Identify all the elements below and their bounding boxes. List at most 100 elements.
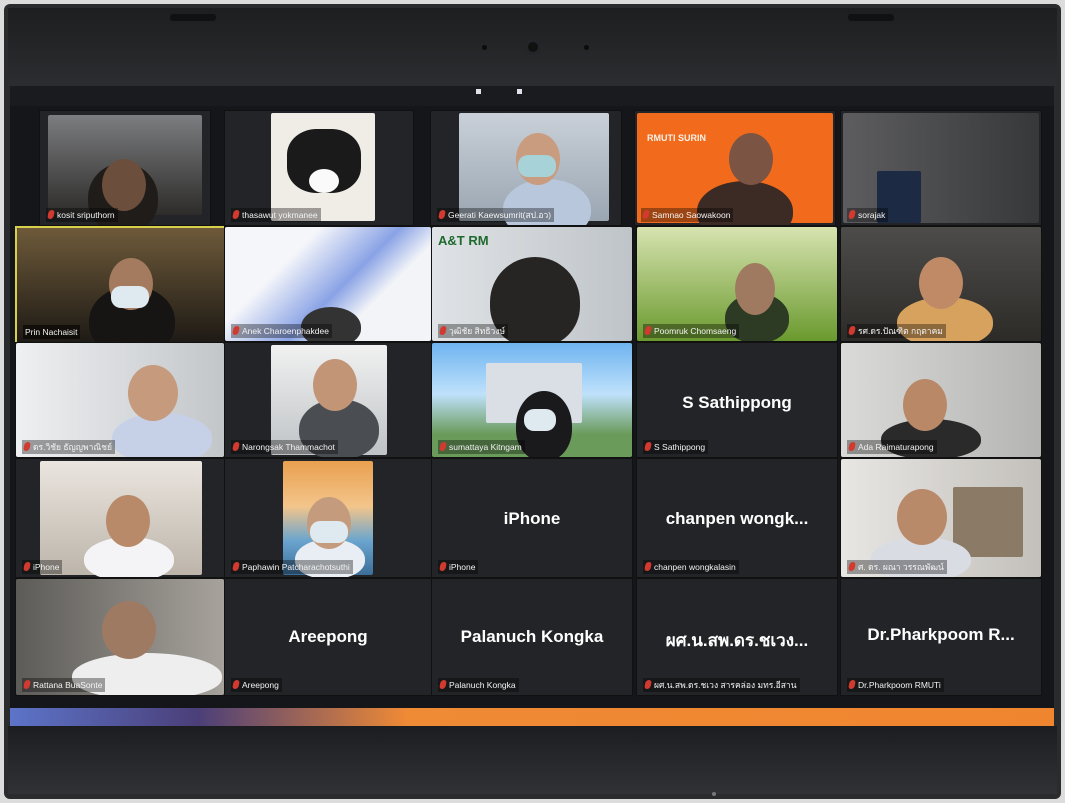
sensor-left-icon — [482, 45, 487, 50]
participant-tile[interactable]: Narongsak Thammachot — [224, 342, 432, 458]
participant-name: Areepong — [231, 678, 282, 692]
muted-mic-icon — [848, 210, 856, 219]
participant-display-name: ผศ.น.สพ.ดร.ชเวง... — [665, 631, 809, 650]
face — [729, 133, 773, 185]
participant-name: thasawut yokmanee — [231, 208, 321, 222]
participant-name: Rattana BuaSonte — [22, 678, 106, 692]
participant-name: iPhone — [438, 560, 479, 574]
background-window-strip — [10, 708, 1054, 726]
participant-name: Ada Raimaturapong — [847, 440, 937, 454]
participant-tile[interactable]: Anek Charoenphakdee — [224, 226, 432, 342]
bezel-notch-left — [170, 14, 216, 21]
participant-name: sumattaya Kitngam — [438, 440, 525, 454]
face — [106, 495, 150, 547]
participant-name: Dr.Pharkpoom RMUTi — [847, 678, 944, 692]
participant-grid: kosit sriputhorn thasawut yokmanee Geera… — [10, 86, 1054, 726]
participant-name: วุฒิชัย สิทธิวงษ์ — [438, 324, 509, 338]
participant-name: Palanuch Kongka — [438, 678, 519, 692]
participant-display-name: Dr.Pharkpoom R... — [867, 625, 1015, 644]
participant-display-name: Areepong — [288, 627, 368, 646]
participant-tile[interactable]: sumattaya Kitngam — [431, 342, 633, 458]
face-mask — [518, 155, 556, 177]
bezel-notch-right — [848, 14, 894, 21]
participant-name: chanpen wongkalasin — [643, 560, 739, 574]
laptop-bottom-bezel — [8, 726, 1057, 794]
participant-tile[interactable]: iPhone — [15, 458, 225, 578]
participant-name: Poomruk Chomsaeng — [643, 324, 740, 338]
muted-mic-icon — [232, 562, 240, 571]
participant-tile[interactable]: Poomruk Chomsaeng — [636, 226, 838, 342]
participant-tile-active-speaker[interactable]: Prin Nachaisit — [15, 226, 227, 344]
muted-mic-icon — [439, 442, 447, 451]
participant-name: Geerati Kaewsumrit(สป.อว) — [437, 208, 555, 222]
muted-mic-icon — [47, 210, 55, 219]
participant-tile-no-video[interactable]: Areepong Areepong — [224, 578, 432, 696]
participant-tile-no-video[interactable]: ผศ.น.สพ.ดร.ชเวง... ผศ.น.สพ.ดร.ชเวง สารคล… — [636, 578, 838, 696]
participant-display-name: S Sathippong — [682, 393, 792, 412]
muted-mic-icon — [848, 442, 856, 451]
participant-name: Samnao Saowakoon — [641, 208, 734, 222]
participant-name: Narongsak Thammachot — [231, 440, 338, 454]
face — [102, 159, 146, 211]
muted-mic-icon — [644, 442, 652, 451]
participant-tile[interactable]: ดร.วิชัย ธัญญพาณิชย์ — [15, 342, 225, 458]
participant-tile-no-video[interactable]: Palanuch Kongka Palanuch Kongka — [431, 578, 633, 696]
participant-tile[interactable]: Paphawin Patcharachotsuthi — [224, 458, 432, 578]
participant-name: S Sathippong — [643, 440, 709, 454]
participant-tile-no-video[interactable]: S Sathippong S Sathippong — [636, 342, 838, 458]
muted-mic-icon — [644, 326, 652, 335]
participant-tile[interactable]: thasawut yokmanee — [224, 110, 414, 226]
participant-name: Anek Charoenphakdee — [231, 324, 332, 338]
face — [903, 379, 947, 431]
muted-mic-icon — [232, 680, 240, 689]
muted-mic-icon — [848, 326, 856, 335]
at-logo: A&T RM — [438, 233, 489, 248]
cat-muzzle — [309, 169, 339, 193]
video-feed — [843, 113, 1039, 223]
participant-name: sorajak — [847, 208, 889, 222]
bezel-indicator-icon — [712, 792, 716, 796]
face — [128, 365, 178, 421]
face-mask — [111, 286, 149, 308]
participant-tile-no-video[interactable]: Dr.Pharkpoom R... Dr.Pharkpoom RMUTi — [840, 578, 1042, 696]
person-silhouette — [112, 413, 212, 457]
participant-tile[interactable]: sorajak — [840, 110, 1042, 226]
muted-mic-icon — [642, 210, 650, 219]
muted-mic-icon — [439, 326, 447, 335]
participant-tile-no-video[interactable]: iPhone iPhone — [431, 458, 633, 578]
muted-mic-icon — [439, 562, 447, 571]
participant-tile[interactable]: Rattana BuaSonte — [15, 578, 225, 696]
participant-name: kosit sriputhorn — [46, 208, 118, 222]
face — [919, 257, 963, 309]
face — [897, 489, 947, 545]
participant-name: ผศ.น.สพ.ดร.ชเวง สารคล่อง มทร.อีสาน — [643, 678, 800, 692]
participant-display-name: Palanuch Kongka — [460, 627, 604, 646]
participant-name: iPhone — [22, 560, 63, 574]
participant-tile[interactable]: รศ.ดร.ปัณฑิต กฤตาคม — [840, 226, 1042, 342]
participant-tile[interactable]: Ada Raimaturapong — [840, 342, 1042, 458]
face-mask — [524, 409, 556, 431]
participant-display-name: iPhone — [503, 509, 561, 528]
face-mask — [310, 521, 348, 543]
muted-mic-icon — [23, 680, 31, 689]
participant-name: Paphawin Patcharachotsuthi — [231, 560, 353, 574]
muted-mic-icon — [232, 326, 240, 335]
participant-tile[interactable]: A&T RM วุฒิชัย สิทธิวงษ์ — [431, 226, 633, 342]
muted-mic-icon — [23, 562, 31, 571]
muted-mic-icon — [232, 210, 240, 219]
participant-tile[interactable]: RMUTI SURIN Samnao Saowakoon — [634, 110, 836, 226]
face — [735, 263, 775, 315]
participant-tile-no-video[interactable]: chanpen wongk... chanpen wongkalasin — [636, 458, 838, 578]
participant-tile[interactable]: Geerati Kaewsumrit(สป.อว) — [430, 110, 622, 226]
webcam-icon — [528, 42, 538, 52]
face — [102, 601, 156, 659]
muted-mic-icon — [848, 680, 856, 689]
sensor-right-icon — [584, 45, 589, 50]
participant-name: ศ. ดร. ผณา วรรณพัฒน์ — [847, 560, 947, 574]
participant-tile[interactable]: ศ. ดร. ผณา วรรณพัฒน์ — [840, 458, 1042, 578]
muted-mic-icon — [438, 210, 446, 219]
muted-mic-icon — [644, 680, 652, 689]
participant-tile[interactable]: kosit sriputhorn — [39, 110, 211, 226]
rmuti-surin-logo: RMUTI SURIN — [647, 133, 706, 143]
zoom-gallery-screen: kosit sriputhorn thasawut yokmanee Geera… — [10, 86, 1054, 726]
